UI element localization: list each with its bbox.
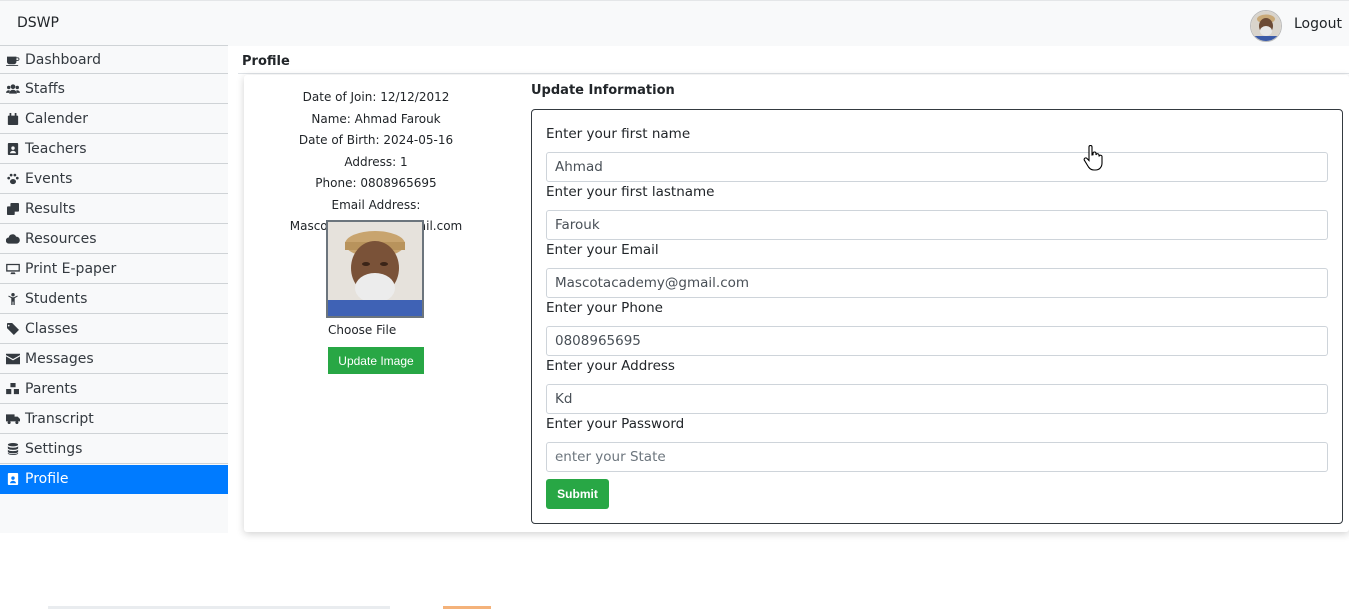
sidebar-item-label: Messages (25, 351, 94, 367)
profile-name: Name: Ahmad Farouk (311, 111, 441, 126)
sidebar-item-label: Calender (25, 111, 88, 127)
copy-icon (4, 202, 22, 216)
sidebar-item-label: Classes (25, 321, 78, 337)
profile-address: Address: 1 (344, 154, 408, 169)
password-label: Enter your Password (546, 416, 685, 432)
sidebar-item-label: Dashboard (25, 51, 101, 68)
sidebar-item-dashboard[interactable]: Dashboard (0, 45, 228, 74)
first-name-label: Enter your first name (546, 126, 691, 142)
database-icon (4, 442, 22, 456)
sidebar-item-label: Results (25, 201, 76, 217)
page-title: Profile (242, 54, 290, 69)
profile-card: Date of Join: 12/12/2012 Name: Ahmad Far… (244, 75, 1349, 532)
logout-link[interactable]: Logout (1294, 16, 1342, 32)
calendar-icon (4, 112, 22, 126)
tag-icon (4, 322, 22, 336)
sidebar-item-label: Print E-paper (25, 261, 117, 277)
first-name-input[interactable] (546, 152, 1328, 182)
sidebar-item-label: Staffs (25, 81, 65, 97)
sidebar-item-students[interactable]: Students (0, 285, 228, 314)
sidebar-item-label: Resources (25, 231, 97, 247)
update-form: Enter your first name Enter your first l… (531, 109, 1343, 524)
cubes-icon (4, 382, 22, 396)
desktop-icon (4, 262, 22, 276)
sidebar-item-staffs[interactable]: Staffs (0, 75, 228, 104)
truck-icon (4, 412, 22, 426)
sidebar-item-classes[interactable]: Classes (0, 315, 228, 344)
sidebar-item-resources[interactable]: Resources (0, 225, 228, 254)
sidebar-item-label: Teachers (25, 141, 87, 157)
submit-button[interactable]: Submit (546, 479, 609, 509)
sidebar-item-label: Parents (25, 381, 78, 397)
phone-label: Enter your Phone (546, 300, 663, 316)
id-badge-icon (4, 472, 22, 486)
date-of-join: Date of Join: 12/12/2012 (302, 90, 450, 104)
date-of-birth: Date of Birth: 2024-05-16 (298, 133, 454, 147)
sidebar-item-calender[interactable]: Calender (0, 105, 228, 134)
sidebar-item-parents[interactable]: Parents (0, 375, 228, 404)
users-icon (4, 82, 22, 96)
password-input[interactable] (546, 442, 1328, 472)
top-navbar: DSWP Logout (0, 0, 1349, 46)
sidebar-item-label: Students (25, 291, 88, 307)
sidebar-item-label: Transcript (25, 411, 94, 427)
address-label: Enter your Address (546, 358, 675, 374)
sidebar-item-events[interactable]: Events (0, 165, 228, 194)
profile-phone: Phone: 0808965695 (315, 176, 437, 190)
sidebar-item-messages[interactable]: Messages (0, 345, 228, 374)
sidebar-item-profile[interactable]: Profile (0, 465, 228, 494)
sidebar-item-settings[interactable]: Settings (0, 435, 228, 464)
sidebar-item-teachers[interactable]: Teachers (0, 135, 228, 164)
sidebar-item-results[interactable]: Results (0, 195, 228, 224)
brand-title[interactable]: DSWP (17, 15, 59, 31)
divider (238, 73, 1349, 74)
email-input[interactable] (546, 268, 1328, 298)
hand-cursor-icon (1083, 145, 1103, 171)
last-name-label: Enter your first lastname (546, 184, 715, 200)
paw-icon (4, 172, 22, 186)
user-avatar[interactable] (1250, 10, 1282, 42)
form-title: Update Information (531, 83, 675, 98)
update-image-button[interactable]: Update Image (328, 347, 424, 374)
choose-file-button[interactable]: Choose File (328, 323, 396, 337)
sidebar-item-label: Profile (25, 471, 69, 487)
cloud-icon (4, 232, 22, 246)
sidebar-item-print-e-paper[interactable]: Print E-paper (0, 255, 228, 284)
sidebar: Dashboard Staffs Calender Teachers Event… (0, 45, 228, 533)
envelope-icon (4, 352, 22, 366)
sidebar-item-transcript[interactable]: Transcript (0, 405, 228, 434)
email-label: Enter your Email (546, 242, 659, 258)
sidebar-item-label: Events (25, 171, 73, 187)
profile-info: Date of Join: 12/12/2012 Name: Ahmad Far… (244, 87, 508, 238)
child-icon (4, 292, 22, 306)
id-badge-icon (4, 142, 22, 156)
address-input[interactable] (546, 384, 1328, 414)
profile-photo (326, 220, 424, 318)
coffee-icon (4, 53, 22, 67)
phone-input[interactable] (546, 326, 1328, 356)
last-name-input[interactable] (546, 210, 1328, 240)
sidebar-item-label: Settings (25, 441, 83, 457)
